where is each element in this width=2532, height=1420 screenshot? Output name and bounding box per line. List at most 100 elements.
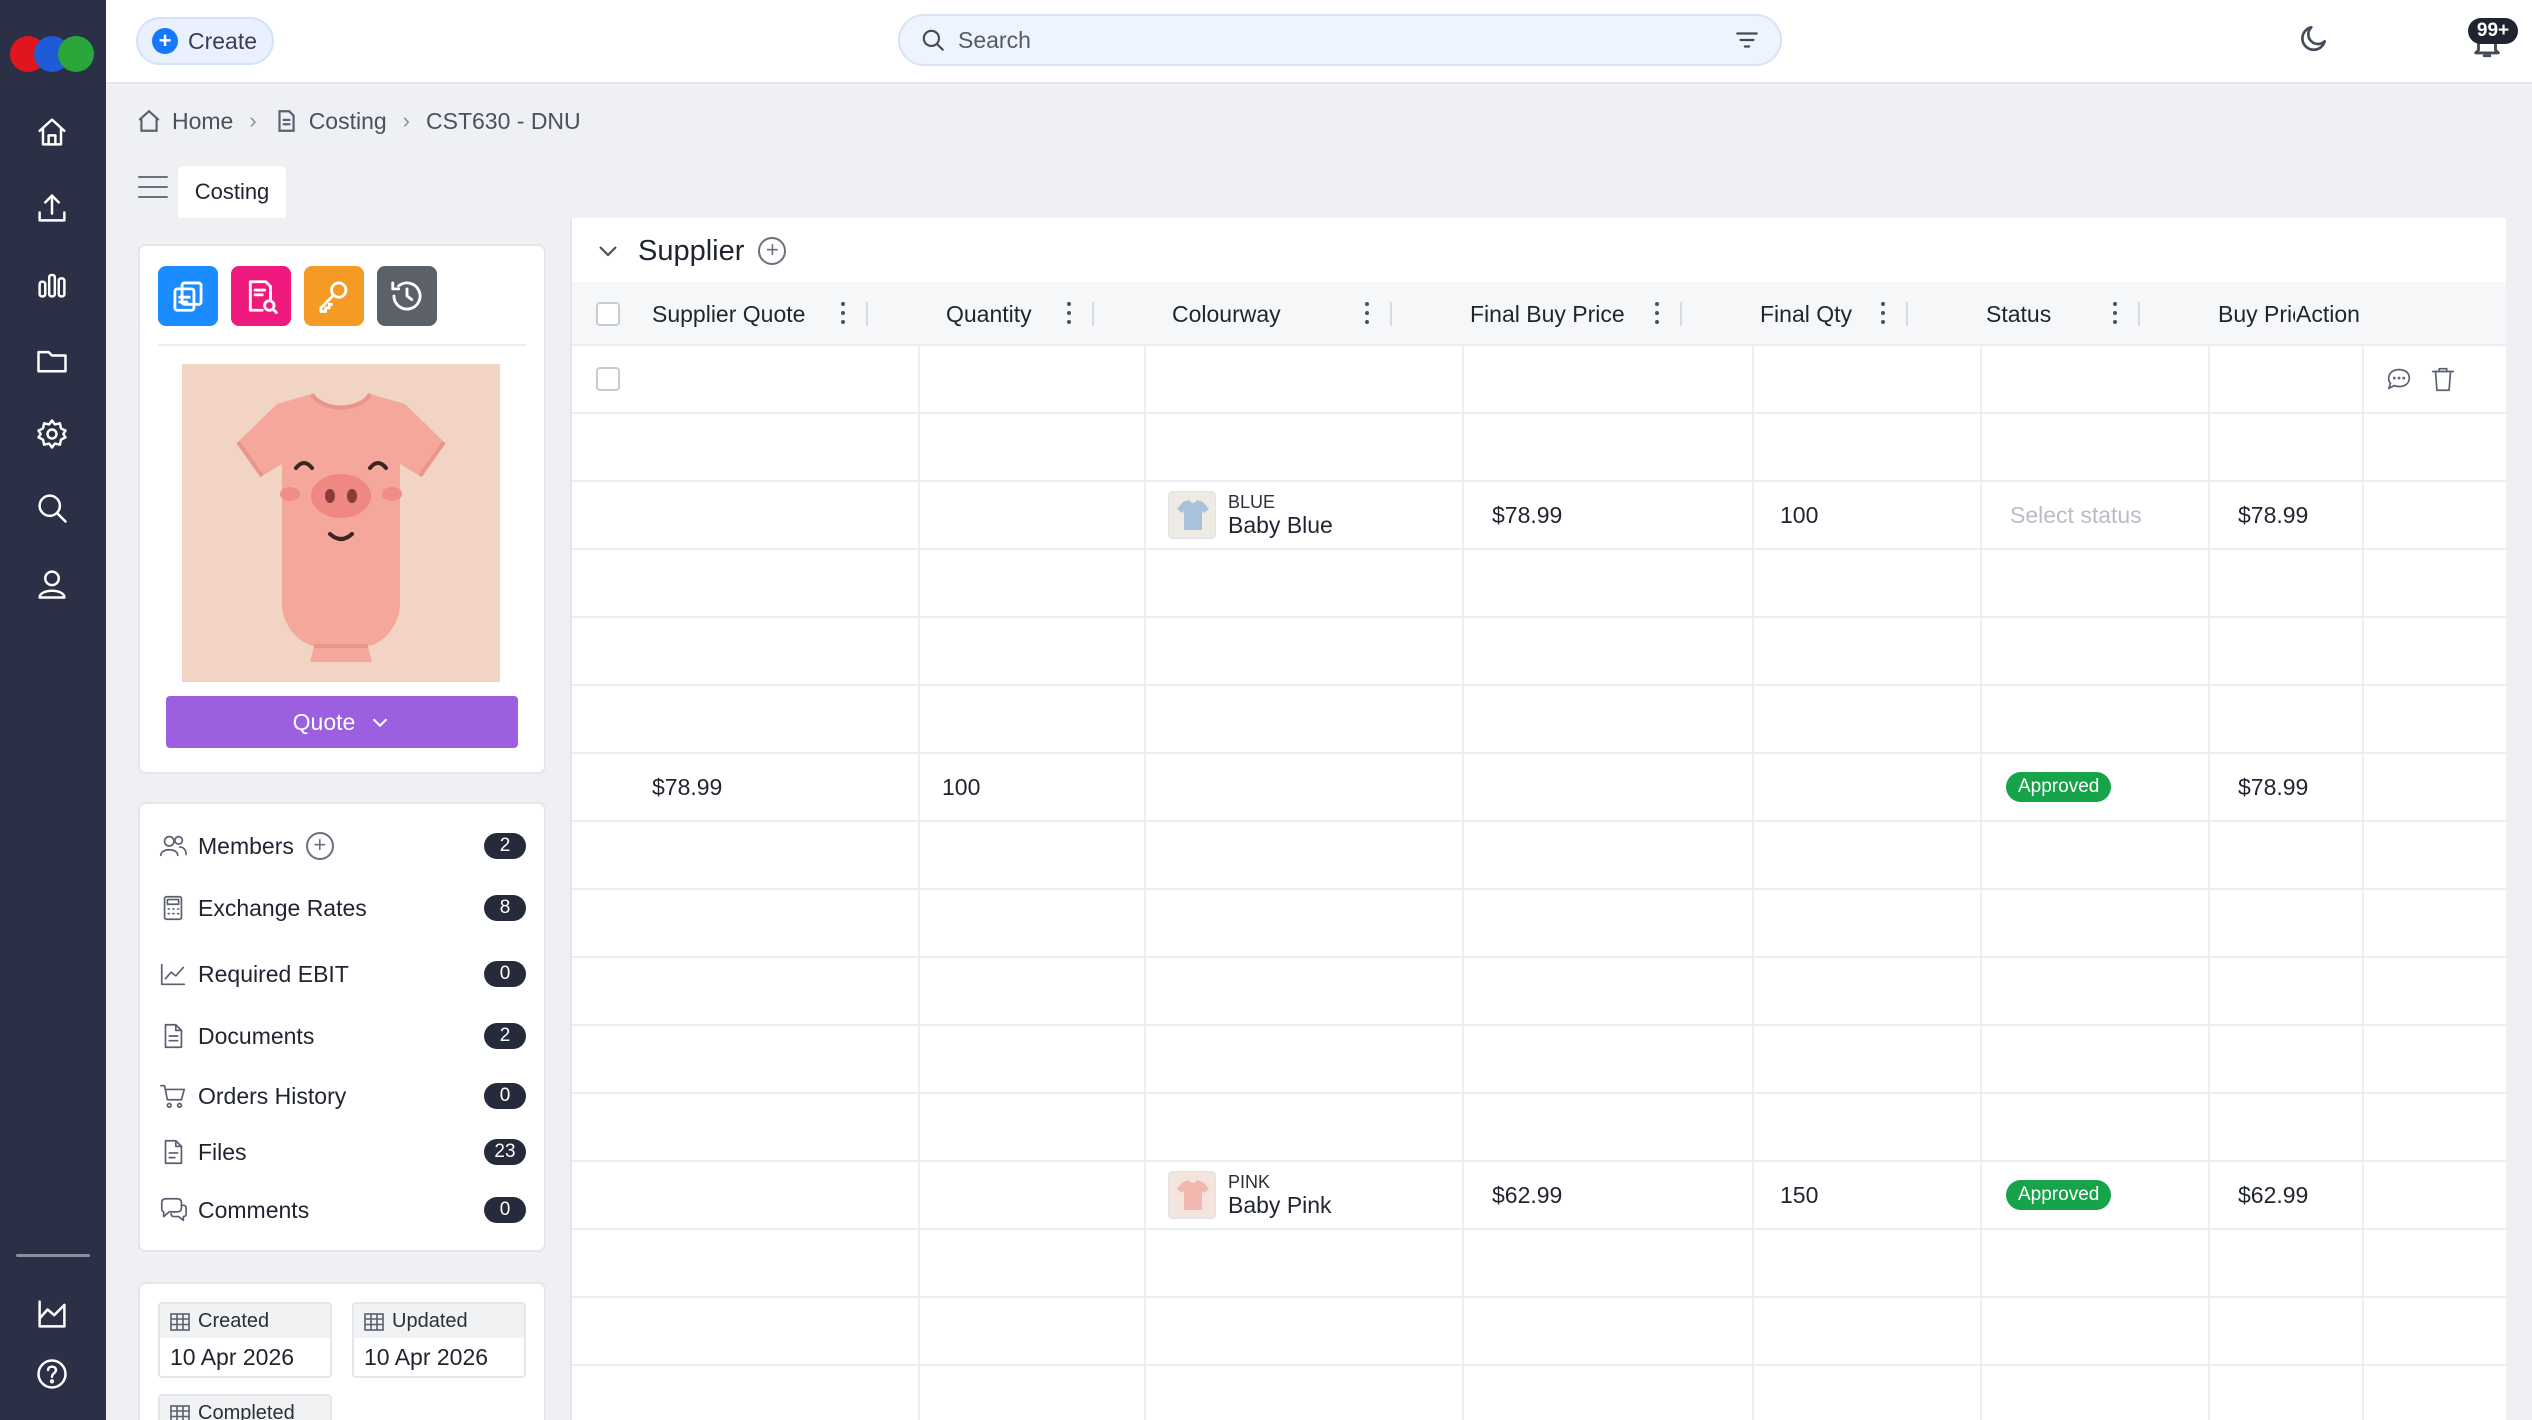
members-label: Members xyxy=(198,832,294,859)
folder-icon[interactable] xyxy=(30,338,74,382)
card-divider xyxy=(158,344,526,346)
table-row[interactable]: BLUE Baby Blue $78.99 100 Select status … xyxy=(572,482,2506,550)
required-ebit-count-badge: 0 xyxy=(484,961,526,987)
table-row[interactable] xyxy=(572,1026,2506,1094)
search-input[interactable] xyxy=(958,26,1734,54)
table-row[interactable] xyxy=(572,550,2506,618)
column-menu-icon[interactable] xyxy=(840,302,846,326)
help-icon[interactable] xyxy=(30,1352,74,1396)
product-card: Quote xyxy=(138,244,546,774)
column-label: Status xyxy=(1986,300,2052,327)
table-row[interactable] xyxy=(572,1366,2506,1420)
column-final-qty[interactable]: Final Qty xyxy=(1682,282,1908,346)
table-row[interactable] xyxy=(572,822,2506,890)
swatch-baby-pink xyxy=(1168,1171,1216,1219)
final-qty-cell[interactable]: 100 xyxy=(1780,482,1818,548)
trash-icon[interactable] xyxy=(2428,346,2458,412)
quote-dropdown-button[interactable]: Quote xyxy=(166,696,518,748)
table-row[interactable] xyxy=(572,414,2506,482)
list-item-documents[interactable]: Documents 2 xyxy=(158,1016,526,1056)
list-item-comments[interactable]: Comments 0 xyxy=(158,1190,526,1230)
table-row[interactable] xyxy=(572,346,2506,414)
quantity-cell[interactable]: 100 xyxy=(942,754,980,820)
updated-label: Updated xyxy=(392,1309,468,1332)
table-row[interactable]: PINK Baby Pink $62.99 150 Approved $62.9… xyxy=(572,1162,2506,1230)
comments-icon xyxy=(160,1197,187,1222)
create-button[interactable]: + Create xyxy=(136,17,274,65)
table-row[interactable]: $78.99 100 Approved $78.99 xyxy=(572,754,2506,822)
add-member-icon[interactable]: + xyxy=(305,832,334,860)
users-icon xyxy=(159,835,187,857)
buy-price-lc-cell[interactable]: $78.99 xyxy=(2238,482,2308,548)
table-row[interactable] xyxy=(572,890,2506,958)
table-row[interactable] xyxy=(572,1094,2506,1162)
hamburger-menu-icon[interactable] xyxy=(138,176,168,198)
colourway-cell[interactable]: BLUE Baby Blue xyxy=(1168,482,1333,548)
list-item-members[interactable]: Members + 2 xyxy=(158,826,526,866)
list-item-orders-history[interactable]: Orders History 0 xyxy=(158,1076,526,1116)
column-menu-icon[interactable] xyxy=(2112,302,2118,326)
status-select[interactable]: Select status xyxy=(2010,482,2142,548)
column-label: Colourway xyxy=(1172,300,1281,327)
analytics-icon[interactable] xyxy=(30,262,74,306)
calendar-icon xyxy=(364,1313,384,1331)
copy-docs-icon[interactable] xyxy=(158,266,218,326)
status-cell[interactable]: Approved xyxy=(2006,754,2112,820)
column-menu-icon[interactable] xyxy=(1066,302,1072,326)
column-menu-icon[interactable] xyxy=(1654,302,1660,326)
list-item-files[interactable]: Files 23 xyxy=(158,1132,526,1172)
column-menu-icon[interactable] xyxy=(1364,302,1370,326)
column-menu-icon[interactable] xyxy=(1880,302,1886,326)
table-row[interactable] xyxy=(572,1298,2506,1366)
key-icon[interactable] xyxy=(304,266,364,326)
colour-code: BLUE xyxy=(1228,492,1276,512)
column-supplier-quote[interactable]: Supplier Quote xyxy=(652,282,868,346)
row-checkbox[interactable] xyxy=(596,346,620,412)
final-qty-cell[interactable]: 150 xyxy=(1780,1162,1818,1228)
create-label: Create xyxy=(188,27,258,54)
breadcrumb-home[interactable]: Home xyxy=(136,108,233,135)
document-search-icon[interactable] xyxy=(231,266,291,326)
product-image-pig-onesie[interactable] xyxy=(182,364,500,682)
table-row[interactable] xyxy=(572,1230,2506,1298)
home-icon[interactable] xyxy=(30,110,74,154)
status-cell[interactable]: Approved xyxy=(2006,1162,2112,1228)
reports-chart-icon[interactable] xyxy=(30,1292,74,1336)
select-all-checkbox[interactable] xyxy=(596,282,636,346)
upload-icon[interactable] xyxy=(30,186,74,230)
related-info-card: Members + 2 Exchange Rates 8 Required EB… xyxy=(138,802,546,1252)
status-badge: Approved xyxy=(2006,1180,2112,1210)
column-status[interactable]: Status xyxy=(1908,282,2140,346)
table-row[interactable] xyxy=(572,958,2506,1026)
colour-name: Baby Blue xyxy=(1228,512,1333,538)
final-buy-price-cell[interactable]: $78.99 xyxy=(1492,482,1562,548)
add-supplier-icon[interactable]: + xyxy=(758,237,787,265)
tab-costing[interactable]: Costing xyxy=(178,166,286,218)
column-colourway[interactable]: Colourway xyxy=(1094,282,1392,346)
filter-icon[interactable] xyxy=(1734,27,1760,53)
dark-mode-toggle[interactable] xyxy=(2298,22,2330,59)
settings-gear-icon[interactable] xyxy=(30,412,74,456)
table-row[interactable] xyxy=(572,686,2506,754)
search-icon[interactable] xyxy=(30,486,74,530)
supplier-quote-cell[interactable]: $78.99 xyxy=(652,754,722,820)
comment-icon[interactable] xyxy=(2384,346,2414,412)
column-buy-price-lc[interactable]: Buy Price Lc xyxy=(2140,282,2295,346)
user-icon[interactable] xyxy=(30,562,74,606)
buy-price-lc-cell[interactable]: $78.99 xyxy=(2238,754,2308,820)
app-shortcuts xyxy=(158,266,437,326)
table-row[interactable] xyxy=(572,618,2506,686)
colourway-cell[interactable]: PINK Baby Pink xyxy=(1168,1162,1332,1228)
column-quantity[interactable]: Quantity xyxy=(868,282,1094,346)
list-item-required-ebit[interactable]: Required EBIT 0 xyxy=(158,954,526,994)
breadcrumb-costing[interactable]: Costing xyxy=(273,108,387,135)
global-search[interactable] xyxy=(898,14,1782,66)
chevron-down-icon[interactable] xyxy=(596,239,620,263)
history-icon[interactable] xyxy=(377,266,437,326)
list-item-exchange-rates[interactable]: Exchange Rates 8 xyxy=(158,888,526,928)
final-buy-price-cell[interactable]: $62.99 xyxy=(1492,1162,1562,1228)
app-logo[interactable] xyxy=(10,36,94,72)
column-final-buy-price[interactable]: Final Buy Price xyxy=(1392,282,1682,346)
buy-price-lc-cell[interactable]: $62.99 xyxy=(2238,1162,2308,1228)
breadcrumb-costing-label: Costing xyxy=(308,107,387,134)
